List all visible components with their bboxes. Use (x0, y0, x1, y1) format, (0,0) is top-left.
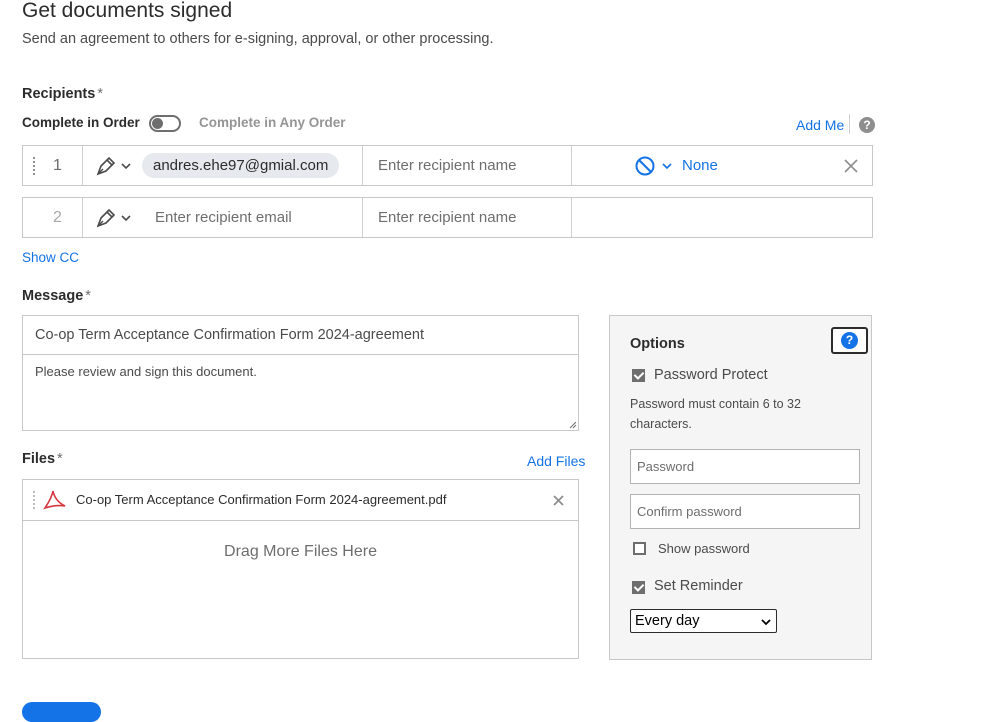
complete-in-order-label: Complete in Order (22, 115, 140, 130)
pdf-icon (43, 490, 66, 510)
question-icon: ? (841, 332, 858, 349)
options-panel: Options ? Password Protect Password must… (609, 315, 872, 660)
reminder-select[interactable]: Every day (630, 609, 777, 633)
recipient-auth-cell (572, 198, 872, 237)
file-name: Co-op Term Acceptance Confirmation Form … (76, 492, 447, 507)
files-label: Files * (22, 451, 63, 467)
recipients-label: Recipients * (22, 86, 103, 102)
recipient-email-cell: Enter recipient email (83, 198, 363, 237)
no-auth-icon (635, 156, 655, 175)
files-box: Co-op Term Acceptance Confirmation Form … (22, 479, 579, 659)
recipient-row-1: 1 andres.ehe97@gmial.com Enter recipient… (22, 145, 873, 186)
add-me-link[interactable]: Add Me (796, 117, 844, 133)
chevron-down-icon (761, 619, 771, 626)
message-subject-field[interactable]: Co-op Term Acceptance Confirmation Form … (22, 315, 579, 355)
message-subject-text: Co-op Term Acceptance Confirmation Form … (35, 327, 425, 343)
password-hint: Password must contain 6 to 32 characters… (630, 397, 801, 431)
recipient-name-input[interactable]: Enter recipient name (378, 157, 516, 174)
chevron-down-icon (121, 162, 131, 169)
role-dropdown[interactable] (95, 207, 132, 229)
recipient-auth-cell: None (572, 146, 872, 185)
page-title: Get documents signed (22, 0, 233, 22)
send-button[interactable] (22, 702, 101, 722)
password-protect-checkbox[interactable] (632, 369, 645, 382)
show-password-checkbox[interactable] (633, 542, 646, 555)
recipient-number-cell: 1 (23, 146, 83, 185)
pen-icon (96, 156, 116, 175)
recipient-email-chip[interactable]: andres.ehe97@gmial.com (142, 153, 340, 178)
chevron-down-icon (121, 214, 131, 221)
order-toggle[interactable] (149, 115, 181, 132)
recipient-number: 2 (53, 208, 62, 226)
reminder-value: Every day (635, 613, 700, 629)
options-help-button[interactable]: ? (831, 327, 868, 354)
recipient-name-cell: Enter recipient name (363, 198, 572, 237)
close-icon[interactable] (842, 157, 860, 175)
remove-file-icon[interactable] (553, 495, 564, 506)
recipient-name-cell: Enter recipient name (363, 146, 572, 185)
set-reminder-label: Set Reminder (654, 578, 743, 594)
recipient-email-cell: andres.ehe97@gmial.com (83, 146, 363, 185)
recipient-row-2: 2 Enter recipient email Enter recipient … (22, 197, 873, 238)
pen-icon (96, 208, 116, 227)
password-placeholder: Password (637, 459, 695, 474)
recipient-number-cell: 2 (23, 198, 83, 237)
page-subtitle: Send an agreement to others for e-signin… (22, 31, 494, 47)
add-files-link[interactable]: Add Files (527, 453, 585, 469)
recipient-name-input[interactable]: Enter recipient name (378, 209, 516, 226)
file-row[interactable]: Co-op Term Acceptance Confirmation Form … (23, 480, 578, 521)
message-body-text: Please review and sign this document. (35, 364, 257, 379)
message-label: Message * (22, 288, 91, 304)
show-password-label: Show password (658, 541, 750, 556)
password-protect-label: Password Protect (654, 367, 768, 383)
complete-any-order-label: Complete in Any Order (199, 115, 346, 130)
drop-zone-text[interactable]: Drag More Files Here (23, 543, 578, 561)
password-input[interactable]: Password (630, 449, 860, 484)
confirm-password-placeholder: Confirm password (637, 504, 742, 519)
chevron-down-icon (662, 162, 672, 169)
drag-handle-icon[interactable] (31, 490, 37, 512)
recipient-email-input[interactable]: Enter recipient email (155, 209, 292, 226)
divider (849, 114, 850, 134)
message-body-field[interactable]: Please review and sign this document. (22, 354, 579, 431)
options-title: Options (630, 336, 685, 352)
resize-handle-icon[interactable] (568, 420, 577, 429)
drag-handle-icon[interactable] (31, 156, 37, 178)
show-cc-link[interactable]: Show CC (22, 250, 79, 265)
auth-label: None (682, 157, 718, 174)
confirm-password-input[interactable]: Confirm password (630, 494, 860, 529)
recipient-number: 1 (53, 156, 62, 174)
set-reminder-checkbox[interactable] (632, 581, 645, 594)
auth-dropdown[interactable]: None (634, 155, 718, 177)
role-dropdown[interactable] (95, 155, 132, 177)
help-icon[interactable]: ? (859, 117, 875, 133)
